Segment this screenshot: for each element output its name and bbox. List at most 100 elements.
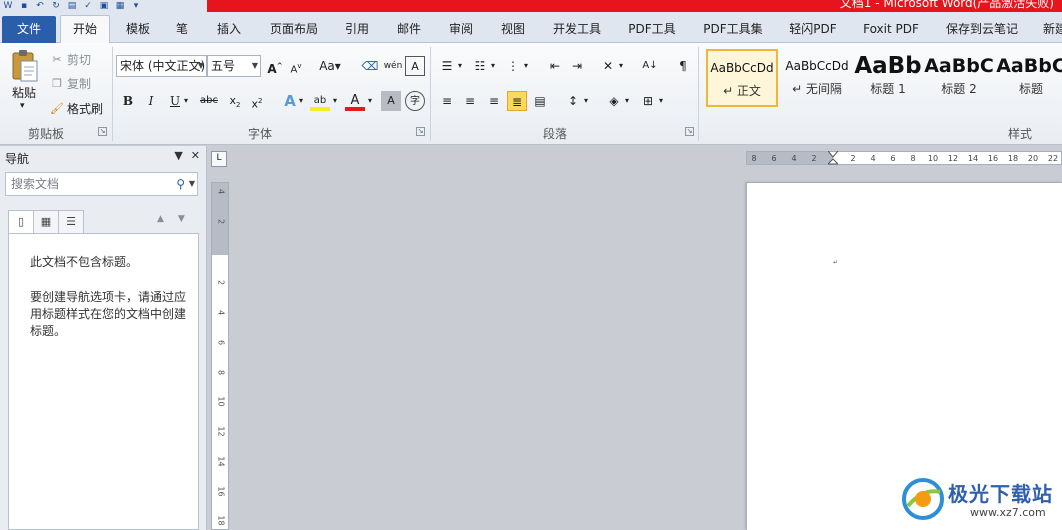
tab-review[interactable]: 审阅 xyxy=(445,18,477,43)
phonetic-guide-icon[interactable]: wén xyxy=(383,56,403,76)
horizontal-ruler[interactable]: 8 6 4 2 2 4 6 8 10 12 14 16 18 20 22 xyxy=(746,151,1062,165)
chevron-down-icon[interactable]: ▾ xyxy=(488,56,498,76)
subscript-icon[interactable]: x2 xyxy=(225,91,245,111)
char-shading-icon[interactable]: A xyxy=(381,91,401,111)
tab-foxit-pdf[interactable]: Foxit PDF xyxy=(860,18,922,43)
tab-save-cloud-notes[interactable]: 保存到云笔记 xyxy=(942,18,1022,43)
chevron-down-icon[interactable]: ▾ xyxy=(180,91,192,111)
align-right-icon[interactable]: ≡ xyxy=(484,91,504,111)
align-left-icon[interactable]: ≡ xyxy=(437,91,457,111)
multilevel-list-icon[interactable]: ⋮ xyxy=(503,56,523,76)
save-icon[interactable]: ▪ xyxy=(18,1,30,11)
print-preview-icon[interactable]: ▤ xyxy=(66,1,78,11)
cut-button[interactable]: ✂ 剪切 xyxy=(50,51,91,68)
table-qat-icon[interactable]: ▦ xyxy=(114,1,126,11)
grow-font-icon[interactable]: A^ xyxy=(265,56,285,76)
vertical-ruler[interactable]: 4 2 2 4 6 8 10 12 14 16 18 xyxy=(211,182,229,530)
paragraph-launcher-icon[interactable]: ↘ xyxy=(685,127,694,136)
paste-icon[interactable] xyxy=(10,49,40,83)
indent-marker-icon[interactable] xyxy=(828,151,838,167)
tab-insert[interactable]: 插入 xyxy=(213,18,245,43)
bold-icon[interactable]: B xyxy=(118,91,138,111)
tab-page-layout[interactable]: 页面布局 xyxy=(266,18,322,43)
change-case-button[interactable]: Aa▾ xyxy=(316,56,344,76)
tab-references[interactable]: 引用 xyxy=(341,18,373,43)
previous-icon[interactable]: ▲ xyxy=(157,214,164,224)
font-name-combo[interactable]: 宋体 (中文正文) ▼ xyxy=(116,55,207,77)
customize-qat-icon[interactable]: ▾ xyxy=(130,1,142,11)
word-app-icon[interactable]: W xyxy=(2,1,14,11)
style-no-spacing[interactable]: AaBbCcDd ↵ 无间隔 xyxy=(781,49,853,107)
tab-file[interactable]: 文件 xyxy=(2,16,56,43)
sort-icon[interactable]: A↓ xyxy=(640,56,660,76)
font-size-combo[interactable]: 五号 ▼ xyxy=(207,55,261,77)
redo-icon[interactable]: ↻ xyxy=(50,1,62,11)
highlight-icon[interactable]: ab xyxy=(310,91,330,111)
tab-developer[interactable]: 开发工具 xyxy=(549,18,605,43)
copy-qat-icon[interactable]: ▣ xyxy=(98,1,110,11)
next-icon[interactable]: ▼ xyxy=(178,214,185,224)
font-launcher-icon[interactable]: ↘ xyxy=(416,127,425,136)
tab-view[interactable]: 视图 xyxy=(497,18,529,43)
chevron-down-icon[interactable]: ▾ xyxy=(455,56,465,76)
close-icon[interactable]: ✕ xyxy=(191,149,200,162)
chevron-down-icon[interactable]: ▼ xyxy=(189,173,195,195)
distributed-icon[interactable]: ▤ xyxy=(530,91,550,111)
tab-flash-pdf[interactable]: 轻闪PDF xyxy=(786,18,840,43)
spelling-icon[interactable]: ✓ xyxy=(82,1,94,11)
tab-pen[interactable]: 笔 xyxy=(172,18,192,43)
styles-gallery: AaBbCcDd ↵ 正文 AaBbCcDd ↵ 无间隔 AaBb 标题 1 A… xyxy=(703,47,1062,111)
numbering-icon[interactable]: ☷ xyxy=(470,56,490,76)
italic-icon[interactable]: I xyxy=(141,91,161,111)
chevron-down-icon[interactable]: ▾ xyxy=(330,91,340,111)
chevron-down-icon[interactable]: ▾ xyxy=(616,56,626,76)
char-border-icon[interactable]: A xyxy=(405,56,425,76)
paste-button[interactable]: 粘贴 xyxy=(12,84,36,101)
chevron-down-icon[interactable]: ▾ xyxy=(365,91,375,111)
shading-icon[interactable]: ◈ xyxy=(604,91,624,111)
tab-selector-icon[interactable]: L xyxy=(211,151,227,167)
shrink-font-icon[interactable]: Av xyxy=(286,56,306,76)
tab-new[interactable]: 新建 xyxy=(1040,18,1062,43)
enclose-char-icon[interactable]: 字 xyxy=(405,91,425,111)
line-spacing-icon[interactable]: ↕ xyxy=(563,91,583,111)
clipboard-launcher-icon[interactable]: ↘ xyxy=(98,127,107,136)
clear-format-icon[interactable]: ⌫ xyxy=(360,56,380,76)
chevron-down-icon[interactable]: ▾ xyxy=(581,91,591,111)
chevron-down-icon[interactable]: ▾ xyxy=(656,91,666,111)
style-title[interactable]: AaBbC 标题 xyxy=(995,49,1062,107)
tab-headings-icon[interactable]: ▯ xyxy=(8,210,34,234)
borders-icon[interactable]: ⊞ xyxy=(638,91,658,111)
undo-icon[interactable]: ↶ xyxy=(34,1,46,11)
chevron-down-icon[interactable]: ▾ xyxy=(296,91,306,111)
superscript-icon[interactable]: x2 xyxy=(247,91,267,111)
style-heading-2[interactable]: AaBbC 标题 2 xyxy=(923,49,995,107)
search-input[interactable]: 搜索文档 ⚲ ▼ xyxy=(5,172,198,196)
strikethrough-icon[interactable]: abc xyxy=(199,91,219,111)
tab-home[interactable]: 开始 xyxy=(60,15,110,44)
style-heading-1[interactable]: AaBb 标题 1 xyxy=(852,49,924,107)
search-icon[interactable]: ⚲ xyxy=(176,173,185,195)
tab-template[interactable]: 模板 xyxy=(122,18,154,43)
chevron-down-icon[interactable]: ▾ xyxy=(521,56,531,76)
copy-button[interactable]: ❐ 复制 xyxy=(50,75,91,92)
style-normal[interactable]: AaBbCcDd ↵ 正文 xyxy=(706,49,778,107)
tab-pdf-tools[interactable]: PDF工具 xyxy=(625,18,679,43)
tab-mailings[interactable]: 邮件 xyxy=(393,18,425,43)
ruler-tick: 2 xyxy=(216,218,226,225)
tab-results-icon[interactable]: ☰ xyxy=(58,210,84,234)
show-marks-icon[interactable]: ¶ xyxy=(673,56,693,76)
tab-pages-icon[interactable]: ▦ xyxy=(33,210,59,234)
chinese-layout-icon[interactable]: ✕ xyxy=(598,56,618,76)
justify-icon[interactable]: ≣ xyxy=(507,91,527,111)
bullets-icon[interactable]: ☰ xyxy=(437,56,457,76)
tab-pdf-toolset[interactable]: PDF工具集 xyxy=(700,18,766,43)
nav-options-icon[interactable]: ▼ xyxy=(174,149,182,162)
format-painter-button[interactable]: 🖌 格式刷 xyxy=(50,100,103,117)
paste-dropdown-icon[interactable]: ▾ xyxy=(20,101,25,111)
increase-indent-icon[interactable]: ⇥ xyxy=(567,56,587,76)
decrease-indent-icon[interactable]: ⇤ xyxy=(545,56,565,76)
chevron-down-icon[interactable]: ▾ xyxy=(622,91,632,111)
align-center-icon[interactable]: ≡ xyxy=(460,91,480,111)
font-color-icon[interactable]: A xyxy=(345,91,365,111)
